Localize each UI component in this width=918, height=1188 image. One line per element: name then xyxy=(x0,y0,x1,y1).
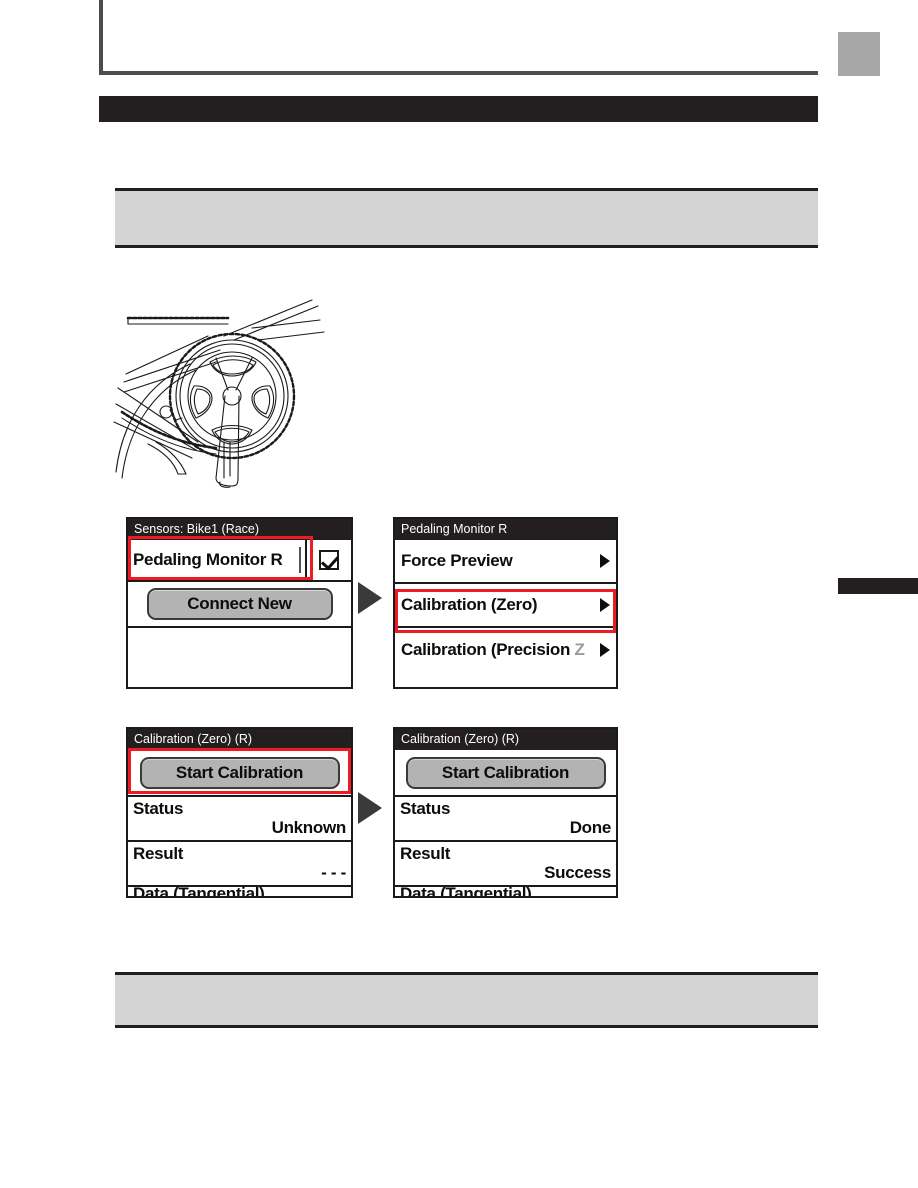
result-row-before: Result - - - xyxy=(128,842,351,887)
menu-item-force-preview[interactable]: Force Preview xyxy=(395,540,616,584)
data-tangential-label: Data (Tangential) xyxy=(400,887,532,898)
sensor-name-cell[interactable]: Pedaling Monitor R xyxy=(128,540,307,580)
status-label: Status xyxy=(400,799,451,818)
status-row-after: Status Done xyxy=(395,797,616,842)
step-arrow-icon-bottom xyxy=(358,792,382,824)
checkbox-checked-icon[interactable] xyxy=(319,550,339,570)
chevron-right-icon xyxy=(600,554,610,568)
callout-box-bottom xyxy=(115,972,818,1028)
header-vertical-rule xyxy=(99,0,103,75)
status-label: Status xyxy=(133,799,184,818)
section-heading-text xyxy=(99,101,109,117)
thumb-tab-gray xyxy=(838,32,880,76)
menu-item-calibration-precision[interactable]: Calibration (Precision Z xyxy=(395,628,616,672)
screen-title-pedaling-monitor: Pedaling Monitor R xyxy=(395,519,616,540)
device-screen-pedaling-monitor: Pedaling Monitor R Force Preview Calibra… xyxy=(393,517,618,689)
menu-item-label: Force Preview xyxy=(401,551,513,570)
data-tangential-label: Data (Tangential) xyxy=(133,887,265,898)
sensor-list-item[interactable]: Pedaling Monitor R xyxy=(128,540,351,582)
header-horizontal-rule xyxy=(99,71,818,75)
result-row-after: Result Success xyxy=(395,842,616,887)
section-heading-bar xyxy=(99,96,818,122)
menu-item-label-main: Calibration (Precision xyxy=(401,640,575,659)
connect-new-row[interactable]: Connect New xyxy=(128,582,351,628)
device-screen-calibration-before: Calibration (Zero) (R) Start Calibration… xyxy=(126,727,353,898)
chevron-right-icon xyxy=(600,598,610,612)
data-tangential-row-after: Data (Tangential) xyxy=(395,887,616,898)
start-calibration-row-after[interactable]: Start Calibration xyxy=(395,750,616,797)
result-value: - - - xyxy=(321,863,346,882)
start-calibration-row-before[interactable]: Start Calibration xyxy=(128,750,351,797)
step-arrow-icon-top xyxy=(358,582,382,614)
page-title xyxy=(110,6,810,68)
thumb-tab-black xyxy=(838,578,918,594)
sensor-name-label: Pedaling Monitor R xyxy=(133,550,283,569)
status-value: Unknown xyxy=(271,818,347,837)
chevron-right-icon xyxy=(600,643,610,657)
result-label: Result xyxy=(133,844,184,863)
callout-box-top xyxy=(115,188,818,248)
screen-title-calibration-before: Calibration (Zero) (R) xyxy=(128,729,351,750)
sensor-enable-cell[interactable] xyxy=(307,550,351,570)
sensors-empty-area xyxy=(128,628,351,687)
start-calibration-button[interactable]: Start Calibration xyxy=(139,756,340,789)
cell-divider xyxy=(299,547,301,573)
connect-new-button[interactable]: Connect New xyxy=(146,588,333,620)
menu-item-label: Calibration (Zero) xyxy=(401,595,538,614)
start-calibration-button[interactable]: Start Calibration xyxy=(405,756,606,789)
data-tangential-row-before: Data (Tangential) xyxy=(128,887,351,898)
menu-item-label-truncated: Z xyxy=(574,640,585,659)
menu-item-label: Calibration (Precision Z xyxy=(401,640,596,660)
device-screen-calibration-after: Calibration (Zero) (R) Start Calibration… xyxy=(393,727,618,898)
result-value: Success xyxy=(544,863,611,882)
result-label: Result xyxy=(400,844,451,863)
status-value: Done xyxy=(569,818,612,837)
screen-title-sensors: Sensors: Bike1 (Race) xyxy=(128,519,351,540)
device-screen-sensors: Sensors: Bike1 (Race) Pedaling Monitor R… xyxy=(126,517,353,689)
menu-item-calibration-zero[interactable]: Calibration (Zero) xyxy=(395,584,616,628)
bicycle-crankset-illustration xyxy=(112,292,328,488)
screen-title-calibration-after: Calibration (Zero) (R) xyxy=(395,729,616,750)
status-row-before: Status Unknown xyxy=(128,797,351,842)
